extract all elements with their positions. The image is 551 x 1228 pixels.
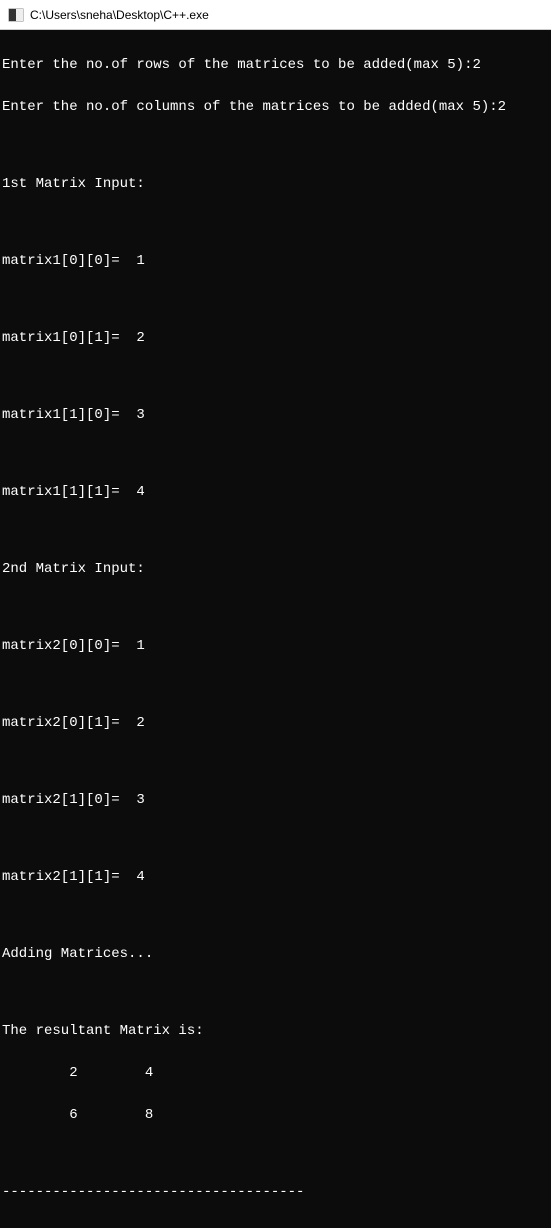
prompt-cols: Enter the no.of columns of the matrices … xyxy=(2,97,549,118)
blank-line xyxy=(2,447,549,461)
blank-line xyxy=(2,1147,549,1161)
blank-line xyxy=(2,139,549,153)
matrix1-header: 1st Matrix Input: xyxy=(2,174,549,195)
result-row-2: 6 8 xyxy=(2,1105,549,1126)
blank-line xyxy=(2,293,549,307)
blank-line xyxy=(2,909,549,923)
blank-line xyxy=(2,601,549,615)
blank-line xyxy=(2,370,549,384)
blank-line xyxy=(2,524,549,538)
result-row-1: 2 4 xyxy=(2,1063,549,1084)
matrix2-cell-11: matrix2[1][1]= 4 xyxy=(2,867,549,888)
matrix2-cell-10: matrix2[1][0]= 3 xyxy=(2,790,549,811)
blank-line xyxy=(2,678,549,692)
matrix1-cell-11: matrix1[1][1]= 4 xyxy=(2,482,549,503)
prompt-rows: Enter the no.of rows of the matrices to … xyxy=(2,55,549,76)
matrix2-cell-00: matrix2[0][0]= 1 xyxy=(2,636,549,657)
separator: ------------------------------------ xyxy=(2,1182,549,1203)
blank-line xyxy=(2,986,549,1000)
matrix1-cell-00: matrix1[0][0]= 1 xyxy=(2,251,549,272)
blank-line xyxy=(2,832,549,846)
result-header: The resultant Matrix is: xyxy=(2,1021,549,1042)
window-title: C:\Users\sneha\Desktop\C++.exe xyxy=(30,8,209,22)
matrix1-cell-01: matrix1[0][1]= 2 xyxy=(2,328,549,349)
console-output[interactable]: Enter the no.of rows of the matrices to … xyxy=(0,30,551,1228)
matrix1-cell-10: matrix1[1][0]= 3 xyxy=(2,405,549,426)
window-title-bar: C:\Users\sneha\Desktop\C++.exe xyxy=(0,0,551,30)
blank-line xyxy=(2,755,549,769)
adding-msg: Adding Matrices... xyxy=(2,944,549,965)
matrix2-header: 2nd Matrix Input: xyxy=(2,559,549,580)
console-icon xyxy=(8,7,24,23)
blank-line xyxy=(2,216,549,230)
matrix2-cell-01: matrix2[0][1]= 2 xyxy=(2,713,549,734)
